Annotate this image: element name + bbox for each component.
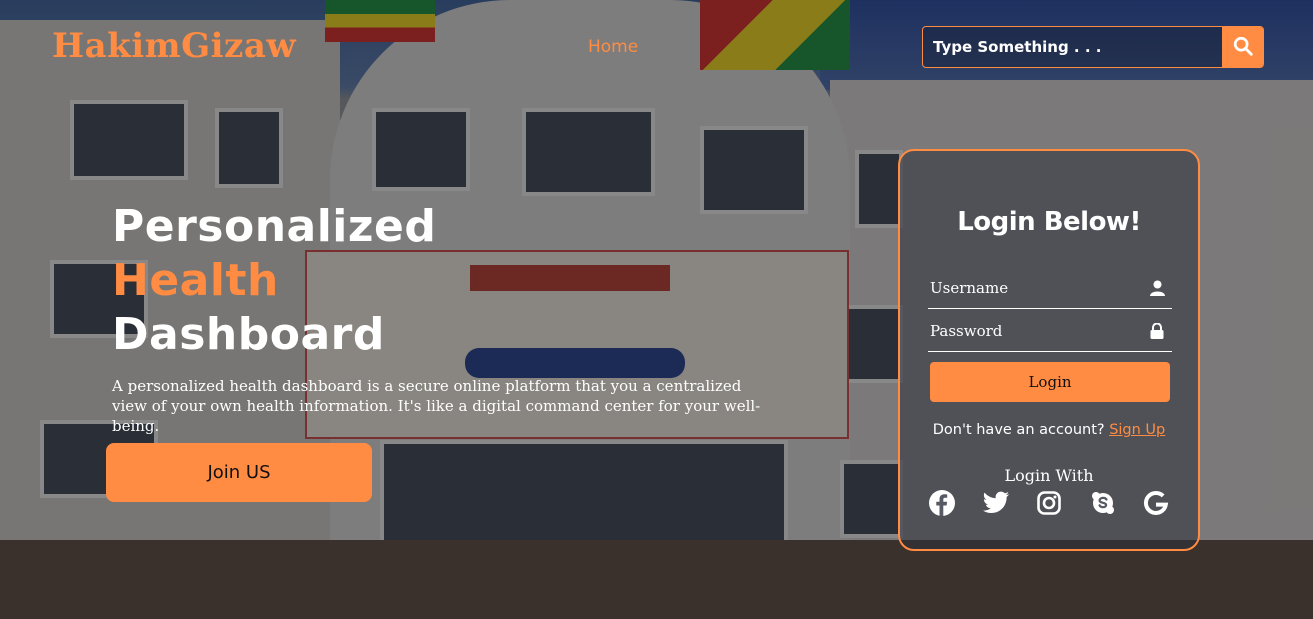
site-logo[interactable]: HakimGizaw <box>52 26 296 66</box>
hero-title-line3: Dashboard <box>112 309 385 360</box>
join-us-button[interactable]: Join US <box>106 443 372 502</box>
search-icon <box>1232 35 1254 60</box>
username-field <box>928 268 1172 309</box>
nav-link-home[interactable]: Home <box>588 37 638 57</box>
instagram-icon[interactable] <box>1035 489 1063 517</box>
hero-section: Personalized Health Dashboard A personal… <box>112 200 772 436</box>
twitter-icon[interactable] <box>982 489 1010 517</box>
facebook-icon[interactable] <box>928 489 956 517</box>
social-login-list <box>928 489 1170 517</box>
login-card: Login Below! Login Don't have an account… <box>898 149 1200 551</box>
google-icon[interactable] <box>1142 489 1170 517</box>
hero-description: A personalized health dashboard is a sec… <box>112 377 761 435</box>
user-icon <box>1148 279 1166 297</box>
search-button[interactable] <box>1222 27 1263 67</box>
login-title: Login Below! <box>957 207 1141 237</box>
password-field <box>928 311 1172 352</box>
no-account-text: Don't have an account? <box>932 422 1105 438</box>
hero-title: Personalized Health Dashboard <box>112 200 772 362</box>
search-input[interactable] <box>923 27 1222 67</box>
skype-icon[interactable] <box>1089 489 1117 517</box>
username-input[interactable] <box>928 279 1148 297</box>
hero-title-line2: Health <box>112 255 279 306</box>
login-button[interactable]: Login <box>930 362 1170 402</box>
login-with-label: Login With <box>1004 466 1094 485</box>
password-input[interactable] <box>928 322 1148 340</box>
signup-link[interactable]: Sign Up <box>1109 422 1165 438</box>
lock-icon <box>1148 322 1166 340</box>
search-bar <box>922 26 1264 68</box>
hero-title-line1: Personalized <box>112 201 437 252</box>
signup-prompt: Don't have an account? Sign Up <box>900 422 1198 438</box>
